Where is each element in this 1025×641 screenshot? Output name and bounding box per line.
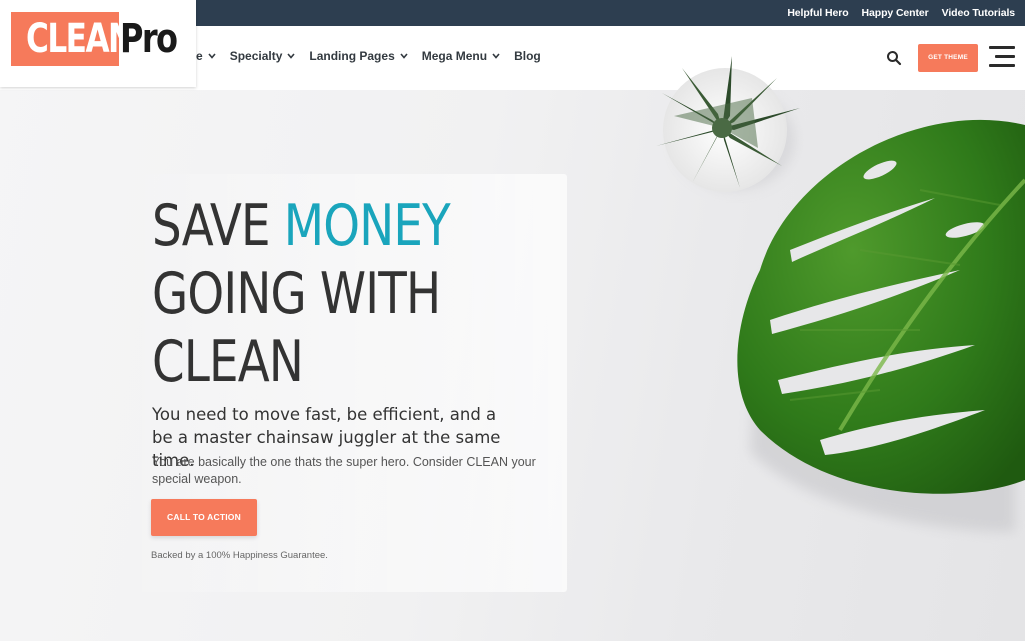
headline-line-3: CLEAN: [152, 329, 304, 395]
chevron-down-icon: [400, 53, 408, 59]
hamburger-icon[interactable]: [989, 46, 1015, 68]
chevron-down-icon: [287, 53, 295, 59]
nav-item-label: Specialty: [229, 49, 283, 63]
nav-item-mega-menu[interactable]: Mega Menu: [422, 49, 500, 63]
call-to-action-button[interactable]: CALL TO ACTION: [151, 499, 257, 536]
get-theme-button[interactable]: GET THEME: [918, 44, 978, 72]
nav-item-blog[interactable]: Blog: [514, 49, 541, 63]
top-links: Helpful Hero Happy Center Video Tutorial…: [787, 0, 1015, 26]
chevron-down-icon: [492, 53, 500, 59]
search-icon[interactable]: [886, 50, 902, 66]
helpful-hero-link[interactable]: Helpful Hero: [787, 7, 848, 19]
nav-item-home[interactable]: e: [196, 49, 216, 63]
nav-item-landing-pages[interactable]: Landing Pages: [309, 49, 408, 63]
nav-item-label: e: [196, 49, 203, 63]
video-tutorials-link[interactable]: Video Tutorials: [942, 7, 1015, 19]
headline-line-1: SAVE MONEY: [152, 192, 480, 260]
headline-line-2: GOING WITH: [152, 261, 441, 327]
happy-center-link[interactable]: Happy Center: [862, 7, 929, 19]
nav-item-label: Landing Pages: [309, 49, 395, 63]
nav-item-label: Mega Menu: [421, 49, 488, 63]
nav-item-specialty[interactable]: Specialty: [230, 49, 296, 63]
logo-pro-text: Pro: [120, 16, 178, 62]
headline-accent-text: MONEY: [283, 193, 451, 259]
logo-clean-text: CLEAN: [26, 16, 134, 62]
logo-clean-mark: CLEAN: [11, 12, 134, 66]
nav-menu: e Specialty Landing Pages Mega Menu Blog: [196, 26, 555, 86]
guarantee-text: Backed by a 100% Happiness Guarantee.: [151, 550, 328, 561]
headline-plain-text: SAVE: [152, 193, 284, 259]
logo-pro-mark: Pro: [120, 12, 191, 66]
hero-body-text: You are basically the one thats the supe…: [152, 455, 536, 486]
chevron-down-icon: [208, 53, 216, 59]
logo[interactable]: CLEAN Pro: [0, 0, 196, 87]
nav-item-label: Blog: [514, 49, 541, 63]
hero-headline: SAVE MONEY GOING WITH CLEAN: [152, 192, 552, 396]
